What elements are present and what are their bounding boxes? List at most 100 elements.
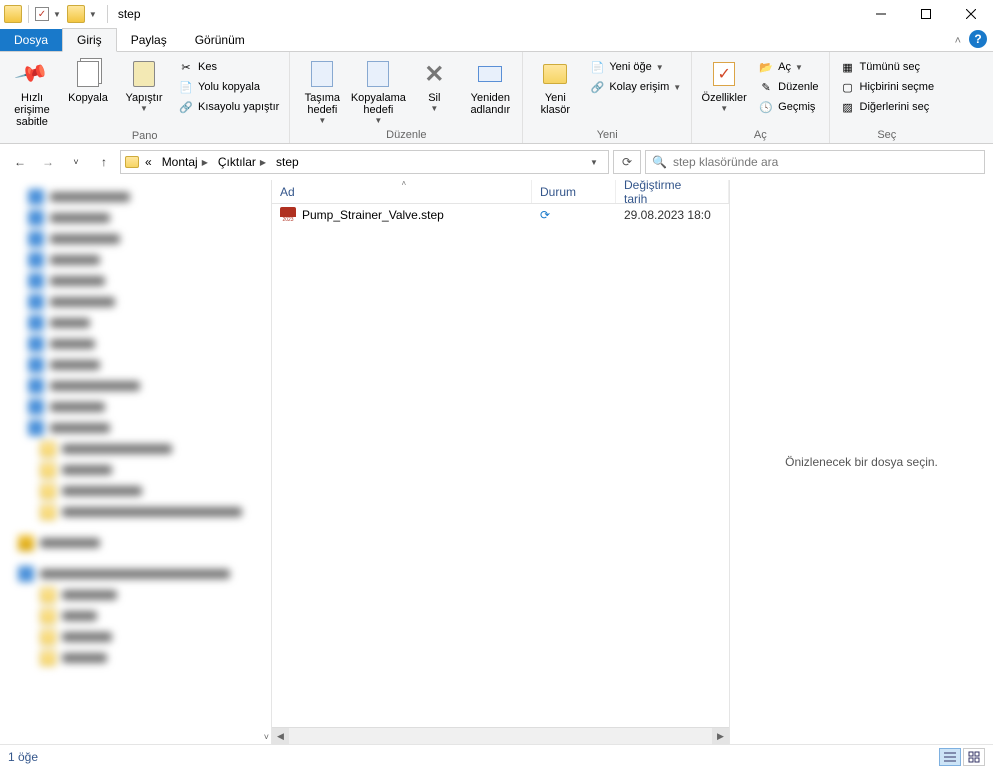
easy-access-icon: 🔗 <box>589 79 605 95</box>
invert-selection-icon: ▨ <box>840 99 856 115</box>
tree-chevron-icon[interactable]: ˅ <box>264 732 269 742</box>
paste-icon <box>133 61 155 87</box>
ribbon-group-label: Pano <box>6 128 283 144</box>
copy-path-button[interactable]: 📄Yolu kopyala <box>174 78 283 96</box>
ribbon-group-clipboard: 📌 Hızlı erişime sabitle Kopyala Yapıştır… <box>0 52 290 143</box>
back-button[interactable]: ← <box>8 150 32 174</box>
paste-button[interactable]: Yapıştır ▼ <box>118 54 170 113</box>
chevron-right-icon: ▶ <box>202 158 208 167</box>
ribbon-group-label: Seç <box>836 127 939 143</box>
copy-to-icon <box>367 61 389 87</box>
title-bar: ✓ ▼ ▼ step <box>0 0 993 28</box>
column-status[interactable]: Durum <box>532 180 616 203</box>
pin-button[interactable]: 📌 Hızlı erişime sabitle <box>6 54 58 128</box>
refresh-button[interactable]: ⟳ <box>613 150 641 174</box>
copy-to-button[interactable]: Kopyalama hedefi▼ <box>352 54 404 125</box>
new-folder-button[interactable]: Yeni klasör <box>529 54 581 116</box>
address-dropdown-button[interactable]: ▼ <box>584 158 604 167</box>
paste-shortcut-button[interactable]: 🔗Kısayolu yapıştır <box>174 98 283 116</box>
file-list[interactable]: Pump_Strainer_Valve.step ⟳ 29.08.2023 18… <box>272 204 729 727</box>
chevron-down-icon[interactable]: ▼ <box>89 10 97 19</box>
item-count: 1 öğe <box>8 750 38 764</box>
ribbon-group-organize: Taşıma hedefi▼ Kopyalama hedefi▼ ✕ Sil▼ … <box>290 52 523 143</box>
ribbon-group-select: ▦Tümünü seç ▢Hiçbirini seçme ▨Diğerlerin… <box>830 52 945 143</box>
navigation-pane[interactable]: ˅ <box>0 180 272 744</box>
edit-button[interactable]: ✎Düzenle <box>754 78 822 96</box>
minimize-button[interactable] <box>858 0 903 28</box>
column-modified[interactable]: Değiştirme tarih <box>616 180 729 203</box>
maximize-button[interactable] <box>903 0 948 28</box>
select-none-button[interactable]: ▢Hiçbirini seçme <box>836 78 939 96</box>
chevron-down-icon[interactable]: ▼ <box>53 10 61 19</box>
cut-icon: ✂ <box>178 59 194 75</box>
copy-path-icon: 📄 <box>178 79 194 95</box>
tab-share[interactable]: Paylaş <box>117 29 181 51</box>
file-name: Pump_Strainer_Valve.step <box>302 208 444 222</box>
search-input[interactable]: 🔍 step klasöründe ara <box>645 150 985 174</box>
app-folder-icon <box>4 5 22 23</box>
forward-button[interactable]: → <box>36 150 60 174</box>
horizontal-scrollbar[interactable]: ◀ ▶ <box>272 727 729 744</box>
properties-button[interactable]: ✓ Özellikler▼ <box>698 54 750 113</box>
history-button[interactable]: 🕓Geçmiş <box>754 98 822 116</box>
new-item-icon: 📄 <box>589 59 605 75</box>
invert-selection-button[interactable]: ▨Diğerlerini seç <box>836 98 939 116</box>
close-button[interactable] <box>948 0 993 28</box>
move-to-button[interactable]: Taşıma hedefi▼ <box>296 54 348 125</box>
easy-access-button[interactable]: 🔗Kolay erişim ▼ <box>585 78 685 96</box>
qat-properties-icon[interactable]: ✓ <box>35 7 49 21</box>
search-placeholder: step klasöründe ara <box>673 155 778 169</box>
tab-file[interactable]: Dosya <box>0 29 62 51</box>
address-bar-row: ← → ˅ ↑ « Montaj▶ Çıktılar▶ step ▼ ⟳ 🔍 s… <box>0 144 993 180</box>
thumbnails-view-button[interactable] <box>963 748 985 766</box>
breadcrumb[interactable]: Çıktılar▶ <box>214 155 270 169</box>
breadcrumb-overflow[interactable]: « <box>141 155 156 169</box>
delete-icon: ✕ <box>424 60 444 89</box>
ribbon: 📌 Hızlı erişime sabitle Kopyala Yapıştır… <box>0 52 993 144</box>
up-button[interactable]: ↑ <box>92 150 116 174</box>
scroll-right-button[interactable]: ▶ <box>712 728 729 745</box>
sort-indicator-icon: ˄ <box>402 179 407 188</box>
quick-access-toolbar: ✓ ▼ ▼ <box>0 5 112 23</box>
new-item-button[interactable]: 📄Yeni öğe ▼ <box>585 58 685 76</box>
folder-icon <box>543 64 567 84</box>
chevron-right-icon: ▶ <box>260 158 266 167</box>
select-all-icon: ▦ <box>840 59 856 75</box>
window-title: step <box>118 7 141 21</box>
preview-prompt: Önizlenecek bir dosya seçin. <box>785 455 938 469</box>
breadcrumb[interactable]: Montaj▶ <box>158 155 212 169</box>
tab-home[interactable]: Giriş <box>62 28 117 52</box>
details-view-button[interactable] <box>939 748 961 766</box>
select-none-icon: ▢ <box>840 79 856 95</box>
tab-view[interactable]: Görünüm <box>181 29 259 51</box>
column-headers: Ad ˄ Durum Değiştirme tarih <box>272 180 729 204</box>
scroll-left-button[interactable]: ◀ <box>272 728 289 745</box>
address-bar[interactable]: « Montaj▶ Çıktılar▶ step ▼ <box>120 150 609 174</box>
column-name[interactable]: Ad ˄ <box>272 180 532 203</box>
delete-button[interactable]: ✕ Sil▼ <box>408 54 460 113</box>
breadcrumb[interactable]: step <box>272 155 303 169</box>
ribbon-group-new: Yeni klasör 📄Yeni öğe ▼ 🔗Kolay erişim ▼ … <box>523 52 692 143</box>
copy-icon <box>77 61 99 87</box>
select-all-button[interactable]: ▦Tümünü seç <box>836 58 939 76</box>
rename-button[interactable]: Yeniden adlandır <box>464 54 516 116</box>
file-type-icon <box>280 207 296 223</box>
search-icon: 🔍 <box>652 155 667 169</box>
recent-locations-button[interactable]: ˅ <box>64 150 88 174</box>
ribbon-group-label: Yeni <box>529 127 685 143</box>
file-list-pane: Ad ˄ Durum Değiştirme tarih Pump_Straine… <box>272 180 729 744</box>
ribbon-collapse-button[interactable]: ˄ <box>947 31 969 51</box>
rename-icon <box>478 66 502 82</box>
folder-icon <box>125 156 139 168</box>
paste-shortcut-icon: 🔗 <box>178 99 194 115</box>
open-button[interactable]: 📂Aç ▼ <box>754 58 822 76</box>
copy-button[interactable]: Kopyala <box>62 54 114 104</box>
file-row[interactable]: Pump_Strainer_Valve.step ⟳ 29.08.2023 18… <box>272 204 729 226</box>
ribbon-tabs: Dosya Giriş Paylaş Görünüm ˄ ? <box>0 28 993 52</box>
open-icon: 📂 <box>758 59 774 75</box>
qat-folder-icon <box>67 5 85 23</box>
main-area: ˅ Ad ˄ Durum Değiştirme tarih Pump_Strai… <box>0 180 993 744</box>
preview-pane: Önizlenecek bir dosya seçin. <box>729 180 993 744</box>
cut-button[interactable]: ✂Kes <box>174 58 283 76</box>
help-button[interactable]: ? <box>969 30 987 48</box>
